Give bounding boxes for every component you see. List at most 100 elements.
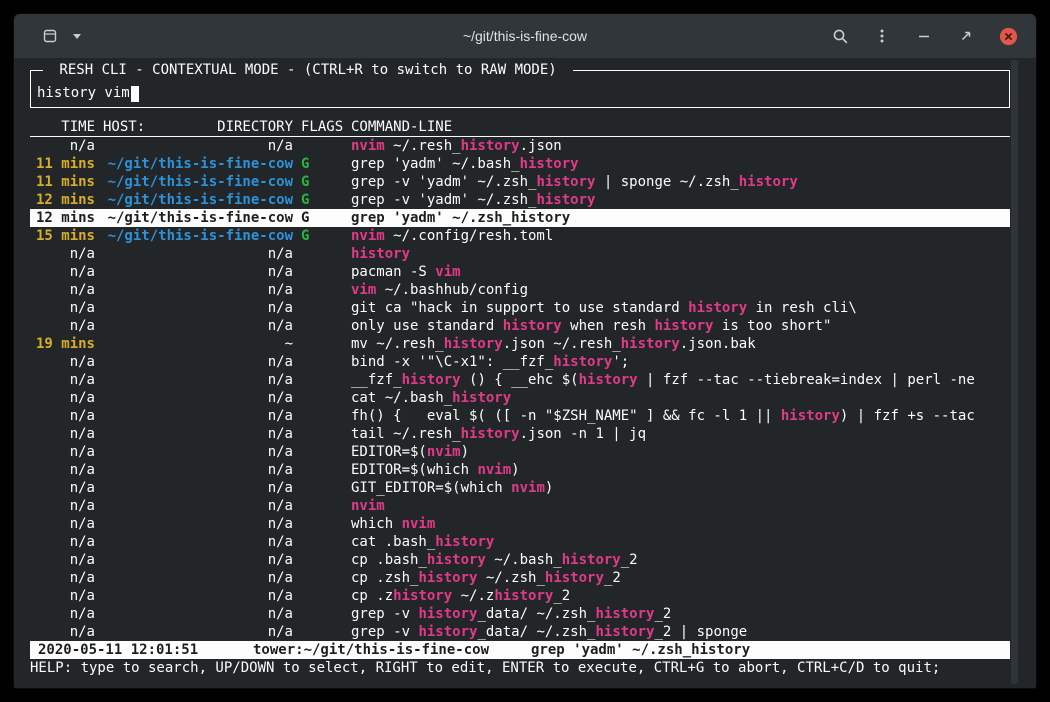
command-text: ~/.bashhub/config xyxy=(376,282,528,298)
row-time: n/a xyxy=(30,371,95,389)
history-row[interactable]: n/an/acat ~/.bash_history xyxy=(30,389,1010,407)
command-match-text: nvim xyxy=(427,444,461,460)
command-text: when resh xyxy=(562,318,655,334)
command-text: _2 | sponge xyxy=(654,624,747,640)
row-time: n/a xyxy=(30,137,95,155)
command-match-text: history xyxy=(595,606,654,622)
history-row[interactable]: n/an/acat .bash_history xyxy=(30,533,1010,551)
row-command: git ca "hack in support to use standard … xyxy=(351,299,1010,317)
command-match-text: nvim xyxy=(351,228,385,244)
scrollbar[interactable] xyxy=(1011,60,1018,684)
row-flags xyxy=(301,551,343,569)
command-text: cp .bash_ xyxy=(351,552,427,568)
row-host-directory: n/a xyxy=(103,569,293,587)
command-text: _data/ ~/.zsh_ xyxy=(477,606,595,622)
history-row[interactable]: n/an/atail ~/.resh_history.json -n 1 | j… xyxy=(30,425,1010,443)
command-text: '; xyxy=(612,354,629,370)
row-host-directory: ~/git/this-is-fine-cow xyxy=(103,209,293,227)
status-bar: 2020-05-11 12:01:51 tower:~/git/this-is-… xyxy=(30,641,1010,659)
row-flags: G xyxy=(301,227,343,245)
dropdown-caret-icon[interactable] xyxy=(67,26,87,46)
history-row[interactable]: 12 mins~/git/this-is-fine-cowGgrep 'yadm… xyxy=(30,209,1010,227)
new-tab-icon[interactable] xyxy=(40,26,60,46)
command-match-text: nvim xyxy=(351,138,385,154)
command-text: _2 xyxy=(604,570,621,586)
history-row[interactable]: n/an/acp .bash_history ~/.bash_history_2 xyxy=(30,551,1010,569)
status-command: grep 'yadm' ~/.zsh_history xyxy=(531,641,750,659)
row-flags: G xyxy=(301,191,343,209)
history-row[interactable]: n/an/agrep -v history_data/ ~/.zsh_histo… xyxy=(30,623,1010,641)
history-row[interactable]: n/an/aEDITOR=$(nvim) xyxy=(30,443,1010,461)
command-text: _2 xyxy=(621,552,638,568)
history-row[interactable]: n/an/afh() { eval $( ([ -n "$ZSH_NAME" ]… xyxy=(30,407,1010,425)
history-row[interactable]: n/an/acp .zsh_history ~/.zsh_history_2 xyxy=(30,569,1010,587)
history-row[interactable]: 11 mins~/git/this-is-fine-cowGgrep 'yadm… xyxy=(30,155,1010,173)
scrollbar-thumb[interactable] xyxy=(1011,60,1018,684)
command-match-text: history xyxy=(427,552,486,568)
restore-button[interactable] xyxy=(956,26,976,46)
status-location: tower:~/git/this-is-fine-cow xyxy=(253,641,531,659)
row-command: fh() { eval $( ([ -n "$ZSH_NAME" ] && fc… xyxy=(351,407,1010,425)
row-host-directory: n/a xyxy=(103,263,293,281)
row-time: n/a xyxy=(30,317,95,335)
history-row[interactable]: 15 mins ~/git/this-is-fine-cow Gnvim ~/.co… xyxy=(30,227,1010,245)
command-match-text: history xyxy=(461,138,520,154)
command-match-text: history xyxy=(553,354,612,370)
row-time: n/a xyxy=(30,353,95,371)
command-text: bind -x '"\C-x1": __fzf_ xyxy=(351,354,553,370)
history-row[interactable]: n/an/acp .zhistory ~/.zhistory_2 xyxy=(30,587,1010,605)
command-match-text: history xyxy=(621,336,680,352)
row-host-directory: n/a xyxy=(103,515,293,533)
row-time: n/a xyxy=(30,389,95,407)
history-row[interactable]: n/an/agrep -v history_data/ ~/.zsh_histo… xyxy=(30,605,1010,623)
command-text: .json.bak xyxy=(680,336,756,352)
row-flags: G xyxy=(301,155,343,173)
history-row[interactable]: 19 mins~mv ~/.resh_history.json ~/.resh_… xyxy=(30,335,1010,353)
history-row[interactable]: n/an/abind -x '"\C-x1": __fzf_history'; xyxy=(30,353,1010,371)
command-match-text: history xyxy=(562,552,621,568)
terminal-window: ~/git/this-is-fine-cow xyxy=(14,14,1036,688)
command-match-text: history xyxy=(461,426,520,442)
row-time: 11 mins xyxy=(30,155,95,173)
command-match-text: history xyxy=(739,174,798,190)
row-command: grep -v 'yadm' ~/.zsh_history xyxy=(351,191,1010,209)
search-icon[interactable] xyxy=(830,26,850,46)
history-row[interactable]: n/an/avim ~/.bashhub/config xyxy=(30,281,1010,299)
command-text: ~/.config/resh.toml xyxy=(385,228,554,244)
row-command: nvim ~/.config/resh.toml xyxy=(351,227,1010,245)
titlebar-right-controls xyxy=(830,26,1018,46)
close-button[interactable] xyxy=(998,26,1018,46)
command-text: tail ~/.resh_ xyxy=(351,426,461,442)
row-host-directory: ~/git/this-is-fine-cow xyxy=(103,227,293,245)
header-host-directory: HOST:DIRECTORY xyxy=(103,118,293,136)
command-text: EDITOR=$( xyxy=(351,444,427,460)
history-row[interactable]: 12 mins~/git/this-is-fine-cowGgrep -v 'y… xyxy=(30,191,1010,209)
minimize-button[interactable] xyxy=(914,26,934,46)
history-row[interactable]: n/an/ahistory xyxy=(30,245,1010,263)
row-time: n/a xyxy=(30,407,95,425)
desktop-background: ~/git/this-is-fine-cow xyxy=(0,0,1050,702)
command-match-text: history xyxy=(494,588,553,604)
row-command: cat ~/.bash_history xyxy=(351,389,1010,407)
history-row[interactable]: n/an/awhich nvim xyxy=(30,515,1010,533)
search-input[interactable]: history vim xyxy=(37,84,139,102)
history-row[interactable]: n/an/aonly use standard history when res… xyxy=(30,317,1010,335)
command-match-text: history xyxy=(545,570,604,586)
row-time: 15 mins xyxy=(30,227,95,245)
overflow-menu-icon[interactable] xyxy=(872,26,892,46)
history-row[interactable]: n/an/anvim ~/.resh_history.json xyxy=(30,137,1010,155)
titlebar-left-controls xyxy=(40,26,87,46)
row-host-directory: ~ xyxy=(103,335,293,353)
history-row[interactable]: n/an/aEDITOR=$(which nvim) xyxy=(30,461,1010,479)
history-row[interactable]: n/an/agit ca "hack in support to use sta… xyxy=(30,299,1010,317)
row-time: n/a xyxy=(30,623,95,641)
command-text: mv ~/.resh_ xyxy=(351,336,444,352)
history-row[interactable]: n/an/apacman -S vim xyxy=(30,263,1010,281)
row-command: grep 'yadm' ~/.zsh_history xyxy=(351,209,1010,227)
history-row[interactable]: n/an/anvim xyxy=(30,497,1010,515)
history-row[interactable]: n/an/aGIT_EDITOR=$(which nvim) xyxy=(30,479,1010,497)
history-row[interactable]: 11 mins~/git/this-is-fine-cowGgrep -v 'y… xyxy=(30,173,1010,191)
command-match-text: nvim xyxy=(402,516,436,532)
history-row[interactable]: n/an/a__fzf_history () { __ehc $(history… xyxy=(30,371,1010,389)
command-match-text: history xyxy=(536,192,595,208)
